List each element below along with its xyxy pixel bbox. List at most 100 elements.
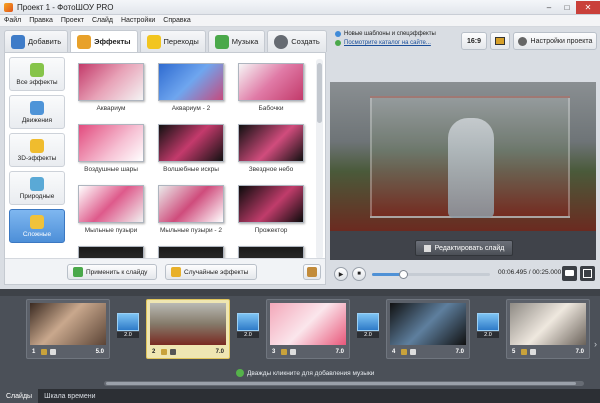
magic-wand-icon bbox=[171, 267, 181, 277]
menu-help[interactable]: Справка bbox=[163, 17, 190, 24]
sound-icon[interactable] bbox=[50, 349, 56, 355]
playback-knob[interactable] bbox=[398, 270, 408, 279]
tab-music[interactable]: Музыка bbox=[207, 30, 266, 52]
scrollbar-thumb[interactable] bbox=[317, 63, 322, 123]
minimize-button[interactable]: – bbox=[540, 1, 558, 14]
menu-slide[interactable]: Слайд bbox=[92, 17, 113, 24]
music-icon bbox=[214, 34, 229, 49]
cube-icon bbox=[30, 138, 44, 153]
effect-item[interactable] bbox=[153, 246, 229, 258]
effect-aquarium[interactable]: Аквариум bbox=[73, 63, 149, 124]
slide-item-1[interactable]: 1 5.0 bbox=[26, 299, 110, 359]
transition-item-1[interactable]: 2.0 bbox=[117, 313, 139, 343]
preview-image bbox=[330, 82, 596, 231]
category-3d-effects[interactable]: 3D-эффекты bbox=[9, 133, 65, 167]
effect-thumbnail bbox=[78, 124, 144, 162]
catalog-link[interactable]: Посмотрите каталог на сайте... bbox=[344, 40, 431, 46]
project-settings-button[interactable]: Настройки проекта bbox=[513, 32, 597, 50]
menu-edit[interactable]: Правка bbox=[29, 17, 53, 24]
main-tabs: Добавить Эффекты Переходы Музыка Создать bbox=[4, 30, 327, 52]
fullscreen-button[interactable] bbox=[580, 266, 595, 281]
play-button[interactable]: ▶ bbox=[334, 267, 348, 281]
info-icon bbox=[335, 31, 341, 37]
scroll-right-icon[interactable]: › bbox=[594, 339, 597, 349]
tab-add[interactable]: Добавить bbox=[4, 30, 69, 52]
transition-item-4[interactable]: 2.0 bbox=[477, 313, 499, 343]
effect-soap-bubbles[interactable]: Мыльные пузыри bbox=[73, 185, 149, 246]
music-track-hint[interactable]: Дважды кликните для добавления музыки bbox=[236, 369, 374, 377]
effect-soap-bubbles-2[interactable]: Мыльные пузыри - 2 bbox=[153, 185, 229, 246]
sound-icon[interactable] bbox=[530, 349, 536, 355]
transition-thumbnail bbox=[357, 313, 379, 331]
brush-icon bbox=[307, 267, 317, 277]
music-note-icon bbox=[236, 369, 244, 377]
puzzle-icon bbox=[30, 62, 44, 77]
category-all-effects[interactable]: Все эффекты bbox=[9, 57, 65, 91]
transition-item-2[interactable]: 2.0 bbox=[237, 313, 259, 343]
effects-icon bbox=[77, 34, 92, 49]
effect-thumbnail bbox=[78, 246, 144, 258]
snapshot-button[interactable] bbox=[562, 266, 577, 281]
slide-thumbnail bbox=[30, 303, 106, 345]
effect-thumbnail bbox=[78, 63, 144, 101]
tab-create[interactable]: Создать bbox=[267, 30, 327, 52]
random-effects-button[interactable]: Случайные эффекты bbox=[165, 264, 257, 280]
effect-starry-sky[interactable]: Звездное небо bbox=[233, 124, 309, 185]
playback-slider[interactable] bbox=[372, 270, 490, 279]
effect-thumbnail bbox=[238, 185, 304, 223]
effect-butterflies[interactable]: Бабочки bbox=[233, 63, 309, 124]
effect-thumbnail bbox=[158, 185, 224, 223]
menu-file[interactable]: Файл bbox=[4, 17, 21, 24]
menu-settings[interactable]: Настройки bbox=[121, 17, 155, 24]
slide-item-4[interactable]: 4 7.0 bbox=[386, 299, 470, 359]
category-nature[interactable]: Природные bbox=[9, 171, 65, 205]
stop-button[interactable]: ■ bbox=[352, 267, 366, 281]
slide-item-5[interactable]: 5 7.0 bbox=[506, 299, 590, 359]
close-button[interactable]: ✕ bbox=[576, 0, 600, 14]
effect-item[interactable] bbox=[73, 246, 149, 258]
preview-area: Редактировать слайд bbox=[330, 82, 596, 260]
slide-item-2[interactable]: 2 7.0 bbox=[146, 299, 230, 359]
playback-time: 00:06.495 / 00:25.000 bbox=[498, 269, 562, 276]
tab-transitions[interactable]: Переходы bbox=[139, 30, 206, 52]
sound-icon[interactable] bbox=[170, 349, 176, 355]
effect-thumbnail bbox=[158, 124, 224, 162]
effects-scrollbar[interactable] bbox=[316, 59, 323, 259]
edit-slide-icon[interactable] bbox=[41, 349, 47, 355]
edit-slide-icon[interactable] bbox=[281, 349, 287, 355]
effect-thumbnail bbox=[238, 63, 304, 101]
effect-aquarium-2[interactable]: Аквариум - 2 bbox=[153, 63, 229, 124]
category-motion[interactable]: Движения bbox=[9, 95, 65, 129]
timeline-scrollbar-thumb[interactable] bbox=[106, 382, 576, 385]
effect-spotlight[interactable]: Прожектор bbox=[233, 185, 309, 246]
transition-item-3[interactable]: 2.0 bbox=[357, 313, 379, 343]
effect-thumbnail bbox=[238, 124, 304, 162]
edit-slide-icon[interactable] bbox=[401, 349, 407, 355]
brush-tool-button[interactable] bbox=[303, 264, 321, 280]
slide-item-3[interactable]: 3 7.0 bbox=[266, 299, 350, 359]
stop-icon: ■ bbox=[357, 271, 361, 277]
effect-balloons[interactable]: Воздушные шары bbox=[73, 124, 149, 185]
transition-thumbnail bbox=[237, 313, 259, 331]
effect-magic-sparks[interactable]: Волшебные искры bbox=[153, 124, 229, 185]
palette-icon bbox=[495, 37, 505, 45]
aspect-ratio-button[interactable]: 16:9 bbox=[461, 32, 487, 50]
camera-icon bbox=[565, 270, 574, 276]
apply-to-slide-button[interactable]: Применить к слайду bbox=[67, 264, 157, 280]
edit-slide-icon[interactable] bbox=[521, 349, 527, 355]
tab-effects[interactable]: Эффекты bbox=[70, 30, 138, 52]
category-complex[interactable]: Сложные bbox=[9, 209, 65, 243]
theme-button[interactable] bbox=[490, 32, 510, 50]
sound-icon[interactable] bbox=[410, 349, 416, 355]
edit-slide-icon[interactable] bbox=[161, 349, 167, 355]
tab-slides[interactable]: Слайды bbox=[0, 389, 39, 403]
menu-project[interactable]: Проект bbox=[61, 17, 84, 24]
maximize-button[interactable]: □ bbox=[558, 1, 576, 14]
edit-slide-button[interactable]: Редактировать слайд bbox=[415, 240, 513, 256]
slides-timeline: 1 5.0 2.0 2 7.0 2.0 3 7.0 2.0 4 7.0 2.0 … bbox=[0, 289, 600, 389]
tab-timeline[interactable]: Шкала времени bbox=[38, 389, 101, 403]
effect-item[interactable] bbox=[233, 246, 309, 258]
app-logo-icon bbox=[4, 2, 13, 12]
timeline-scrollbar[interactable] bbox=[104, 381, 584, 386]
sound-icon[interactable] bbox=[290, 349, 296, 355]
